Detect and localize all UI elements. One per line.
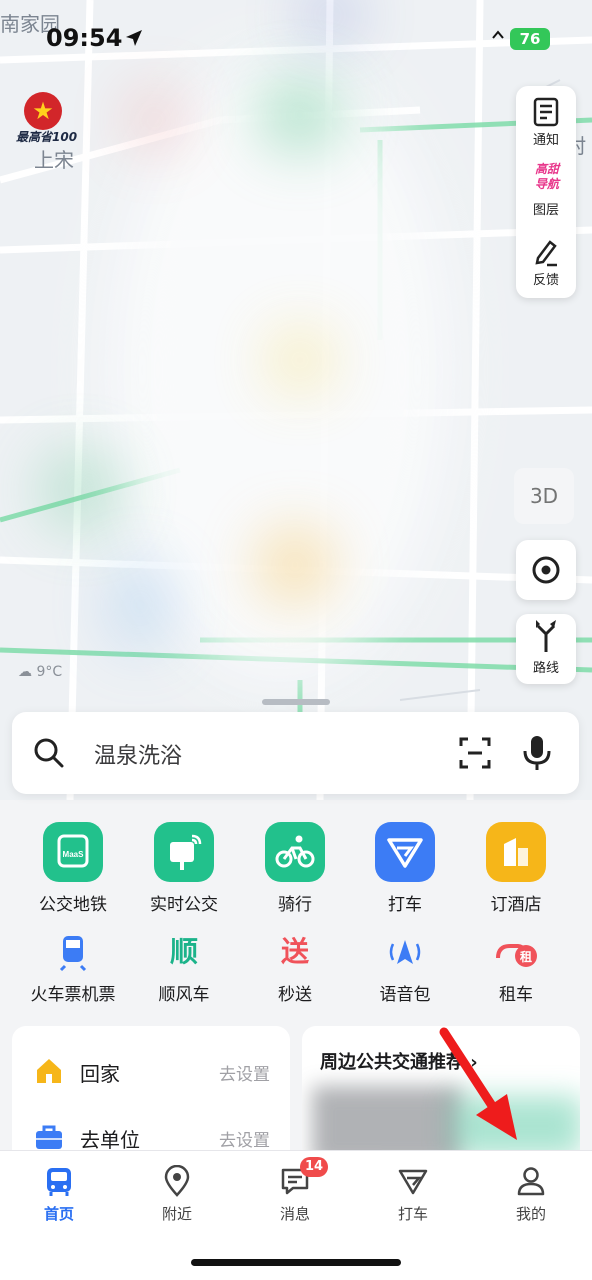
train-icon bbox=[43, 932, 103, 972]
star-icon: ★ bbox=[24, 92, 62, 130]
shortcuts-card: 回家 去设置 去单位 去设置 bbox=[12, 1026, 290, 1166]
tab-taxi[interactable]: 打车 bbox=[354, 1151, 472, 1231]
realtime-bus-icon bbox=[154, 822, 214, 882]
shortcut-label: 回家 bbox=[80, 1062, 120, 1086]
tab-label: 消息 bbox=[279, 1205, 310, 1223]
notification-icon bbox=[533, 97, 559, 127]
route-turn-icon bbox=[536, 620, 556, 652]
home-icon bbox=[37, 1059, 61, 1083]
location-arrow-icon bbox=[126, 30, 142, 46]
quick-action-label: 公交地铁 bbox=[39, 895, 107, 915]
quick-action-hotel[interactable]: 订酒店 bbox=[461, 822, 571, 915]
quick-action-label: 订酒店 bbox=[490, 895, 542, 915]
layers-icon-text-2: 导航 bbox=[534, 177, 559, 191]
map-tool-stack: 通知 高甜 导航 图层 反馈 bbox=[516, 86, 576, 298]
svg-text:MaaS: MaaS bbox=[63, 850, 85, 859]
layers-label: 图层 bbox=[532, 203, 559, 218]
locate-icon bbox=[532, 556, 560, 584]
tab-messages[interactable]: 14 消息 bbox=[236, 1151, 354, 1231]
route-label: 路线 bbox=[532, 661, 559, 676]
tab-nearby[interactable]: 附近 bbox=[118, 1151, 236, 1231]
briefcase-icon bbox=[36, 1125, 62, 1149]
rental-badge-text: 租 bbox=[520, 950, 532, 964]
quick-actions-grid: MaaS 公交地铁 实时公交 骑行 打车 订酒店 火车票机票 顺 顺风车 送 秒… bbox=[0, 800, 592, 1020]
tab-label: 首页 bbox=[43, 1205, 74, 1223]
shortcut-home[interactable]: 回家 去设置 bbox=[12, 1040, 290, 1100]
tab-label: 我的 bbox=[515, 1205, 546, 1223]
cloud-icon: ☁ bbox=[18, 664, 32, 680]
3d-toggle-button[interactable]: 3D bbox=[514, 468, 574, 524]
secondary-action-label: 火车票机票 bbox=[30, 985, 116, 1005]
home-indicator bbox=[191, 1259, 401, 1266]
notification-label: 通知 bbox=[532, 133, 559, 148]
secondary-action-label: 租车 bbox=[499, 985, 533, 1005]
delivery-icon: 送 bbox=[280, 935, 309, 968]
weather-temp: 9°C bbox=[36, 664, 63, 680]
taxi-tab-icon bbox=[398, 1169, 428, 1195]
shortcut-set-link[interactable]: 去设置 bbox=[219, 1060, 270, 1085]
bus-home-icon bbox=[47, 1168, 71, 1196]
hotel-icon bbox=[486, 822, 546, 882]
profile-icon bbox=[517, 1167, 545, 1196]
layers-icon: 高甜 导航 bbox=[530, 162, 564, 192]
notification-button[interactable]: 通知 bbox=[516, 86, 576, 156]
secondary-action-train[interactable]: 火车票机票 bbox=[18, 932, 128, 1005]
sheet-drag-handle[interactable] bbox=[262, 699, 330, 705]
layers-button[interactable]: 高甜 导航 图层 bbox=[516, 156, 576, 226]
secondary-action-label: 语音包 bbox=[379, 985, 431, 1005]
car-rental-icon: 租 bbox=[486, 932, 546, 972]
secondary-action-delivery[interactable]: 送 秒送 bbox=[240, 932, 350, 1005]
signal-icon bbox=[492, 30, 504, 39]
secondary-action-carpool[interactable]: 顺 顺风车 bbox=[129, 932, 239, 1005]
secondary-action-rental[interactable]: 租 租车 bbox=[461, 932, 571, 1005]
location-pin-icon bbox=[164, 1165, 190, 1197]
quick-action-label: 骑行 bbox=[278, 895, 312, 915]
bus-maas-icon: MaaS bbox=[43, 822, 103, 882]
voice-pack-icon bbox=[375, 932, 435, 972]
shortcut-set-link[interactable]: 去设置 bbox=[219, 1126, 270, 1151]
tab-label: 打车 bbox=[397, 1205, 428, 1223]
promo-tag: 最高省100 bbox=[16, 130, 78, 144]
map-view[interactable]: 南家园 上宋 村 09:54 76 ★ 最高省100 通知 高甜 导航 图层 反… bbox=[0, 0, 592, 800]
weather-indicator: ☁ 9°C bbox=[18, 664, 62, 680]
feedback-button[interactable]: 反馈 bbox=[516, 226, 576, 296]
transit-card[interactable]: 周边公共交通推荐 › bbox=[302, 1026, 580, 1166]
status-bar: 09:54 76 bbox=[0, 0, 592, 80]
secondary-action-voice[interactable]: 语音包 bbox=[350, 932, 460, 1005]
carpool-icon: 顺 bbox=[169, 935, 198, 968]
search-icon bbox=[34, 738, 64, 768]
feedback-pencil-icon bbox=[535, 240, 557, 267]
promo-badge[interactable]: ★ 最高省100 bbox=[14, 92, 78, 148]
search-bar[interactable]: 温泉洗浴 bbox=[12, 712, 579, 794]
quick-action-bus[interactable]: MaaS 公交地铁 bbox=[18, 822, 128, 915]
message-badge: 14 bbox=[300, 1157, 329, 1177]
cycling-icon bbox=[265, 822, 325, 882]
quick-action-label: 打车 bbox=[388, 895, 422, 915]
search-input[interactable]: 温泉洗浴 bbox=[94, 738, 182, 770]
shortcut-label: 去单位 bbox=[80, 1128, 140, 1152]
scan-icon[interactable] bbox=[458, 736, 492, 770]
layers-icon-text-1: 高甜 bbox=[534, 162, 559, 176]
tab-profile[interactable]: 我的 bbox=[472, 1151, 590, 1231]
quick-action-realtime-bus[interactable]: 实时公交 bbox=[129, 822, 239, 915]
map-label: 上宋 bbox=[34, 148, 74, 172]
battery-indicator: 76 bbox=[510, 28, 550, 50]
microphone-icon[interactable] bbox=[520, 734, 554, 772]
quick-action-cycling[interactable]: 骑行 bbox=[240, 822, 350, 915]
tab-home[interactable]: 首页 bbox=[0, 1151, 118, 1231]
tab-label: 附近 bbox=[161, 1205, 192, 1223]
taxi-icon bbox=[375, 822, 435, 882]
route-button[interactable]: 路线 bbox=[516, 614, 576, 684]
transit-card-redaction bbox=[452, 1096, 580, 1156]
secondary-action-label: 秒送 bbox=[278, 985, 312, 1005]
secondary-action-label: 顺风车 bbox=[158, 985, 210, 1005]
quick-action-taxi[interactable]: 打车 bbox=[350, 822, 460, 915]
quick-action-label: 实时公交 bbox=[150, 895, 218, 915]
feedback-label: 反馈 bbox=[532, 273, 559, 288]
status-time: 09:54 bbox=[46, 24, 123, 52]
locate-me-button[interactable] bbox=[516, 540, 576, 600]
transit-card-title: 周边公共交通推荐 › bbox=[320, 1052, 478, 1073]
